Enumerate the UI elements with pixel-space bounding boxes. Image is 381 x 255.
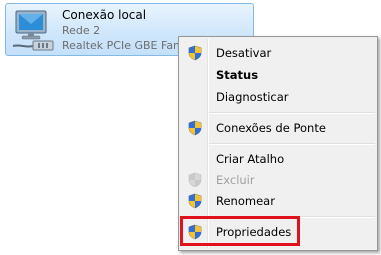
menu-item-conexoes-de-ponte[interactable]: Conexões de Ponte: [181, 117, 375, 139]
highlight-box: [180, 216, 300, 246]
uac-shield-icon: [188, 120, 202, 136]
menu-item-label: Desativar: [216, 46, 272, 60]
menu-item-status[interactable]: Status: [181, 64, 375, 86]
menu-item-renomear[interactable]: Renomear: [181, 190, 375, 212]
menu-item-label: Conexões de Ponte: [216, 121, 326, 135]
menu-item-label: Excluir: [216, 173, 255, 187]
menu-item-excluir: Excluir: [181, 169, 375, 191]
uac-shield-icon: [188, 193, 202, 209]
menu-item-label: Diagnosticar: [216, 90, 289, 104]
menu-item-label: Criar Atalho: [216, 152, 285, 166]
menu-item-desativar[interactable]: Desativar: [181, 42, 375, 64]
menu-separator: [209, 112, 375, 114]
menu-item-label: Renomear: [216, 194, 275, 208]
uac-shield-icon: [188, 172, 202, 188]
network-adapter-icon: [12, 10, 54, 51]
menu-item-diagnosticar[interactable]: Diagnosticar: [181, 86, 375, 108]
menu-item-label: Status: [216, 68, 259, 82]
menu-item-criar-atalho[interactable]: Criar Atalho: [181, 148, 375, 170]
connection-name: Conexão local: [62, 8, 147, 22]
uac-shield-icon: [188, 45, 202, 61]
menu-separator: [209, 143, 375, 145]
